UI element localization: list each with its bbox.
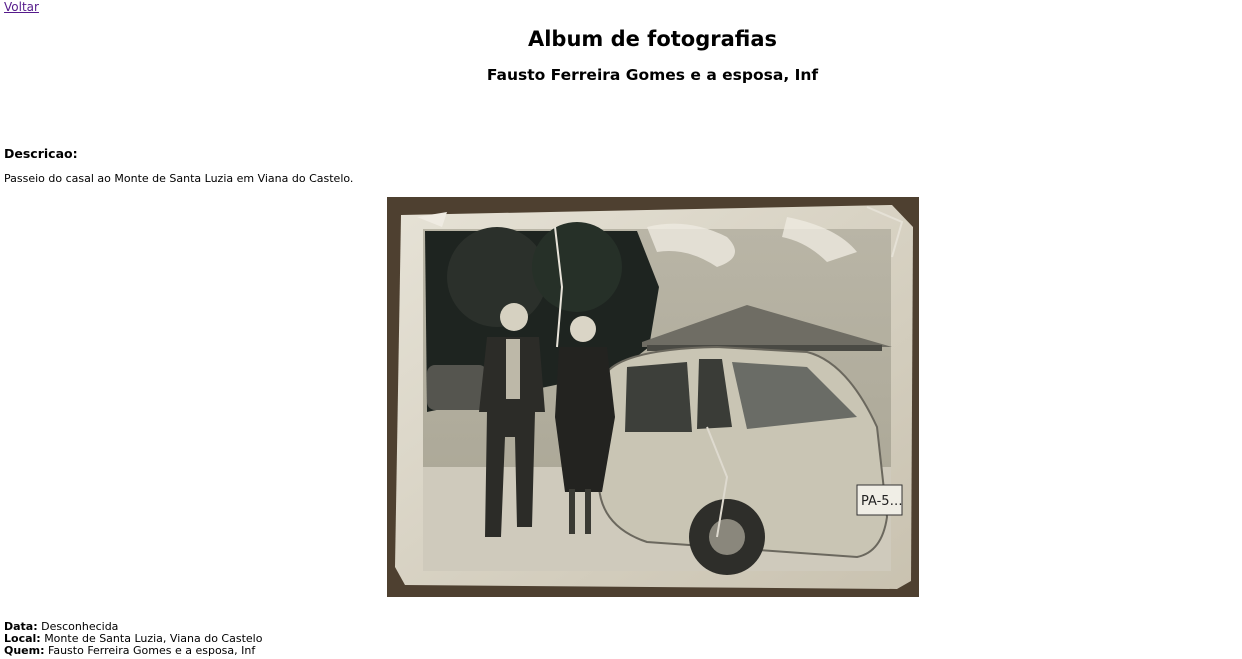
photo-illustration: PA-5… [387,197,919,597]
back-link[interactable]: Voltar [4,0,39,14]
photo-details: Data: Desconhecida Local: Monte de Santa… [4,621,262,657]
license-plate-text: PA-5… [861,494,903,509]
description-text: Passeio do casal ao Monte de Santa Luzia… [4,172,354,185]
detail-who-label: Quem: [4,644,45,657]
album-photo: PA-5… [387,197,919,597]
page-title: Album de fotografias [527,27,778,51]
description-heading: Descricao: [4,146,78,161]
page-subtitle: Fausto Ferreira Gomes e a esposa, Inf [486,66,819,84]
detail-who-value: Fausto Ferreira Gomes e a esposa, Inf [48,644,256,657]
detail-who: Quem: Fausto Ferreira Gomes e a esposa, … [4,645,262,657]
